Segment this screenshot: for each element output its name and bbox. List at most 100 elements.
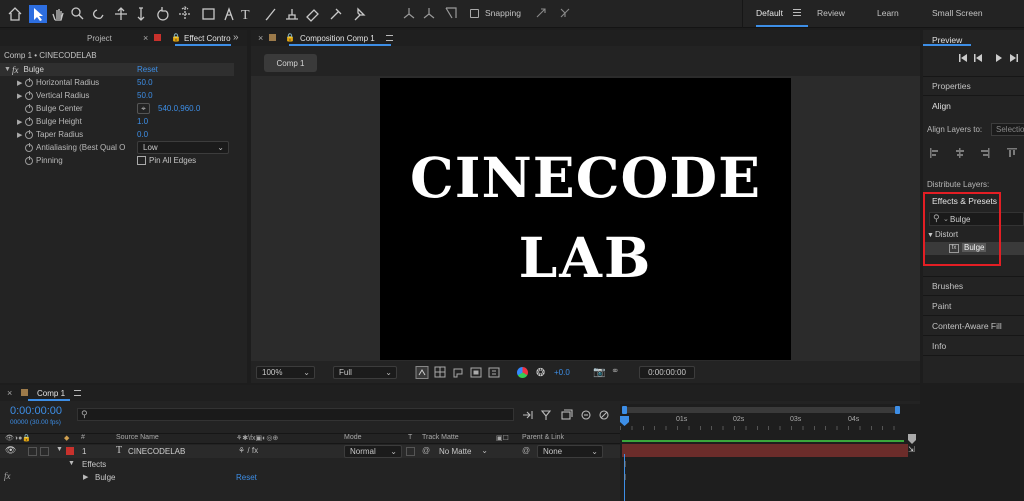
antialiasing-dropdown[interactable]: Low ⌄ [137, 141, 229, 154]
navigator-end-handle[interactable] [895, 406, 900, 414]
snapping-checkbox[interactable] [470, 9, 479, 18]
stopwatch-icon[interactable] [25, 90, 33, 100]
first-frame-icon[interactable] [959, 54, 967, 62]
parent-pickwhip-icon[interactable]: @ [522, 446, 530, 455]
chevron-right-icon[interactable]: ▶ [17, 92, 25, 100]
prop-bulge-center[interactable]: Bulge Center [25, 102, 83, 115]
prop-value-vertical-radius[interactable]: 50.0 [137, 89, 153, 102]
stopwatch-icon[interactable] [25, 155, 33, 165]
comp-canvas[interactable]: CINECODE LAB [380, 78, 791, 360]
brushes-panel-header[interactable]: Brushes [923, 276, 1024, 296]
workspace-review[interactable]: Review [817, 8, 845, 18]
lock-icon[interactable]: 🔒 [171, 33, 181, 42]
layer-expand-chevron-icon[interactable]: ▼ [56, 446, 63, 453]
local-axis-icon[interactable] [403, 8, 415, 19]
next-frame-icon[interactable] [1010, 54, 1018, 62]
zoom-icon[interactable] [71, 7, 81, 17]
draft-3d-icon[interactable] [540, 410, 552, 420]
workspace-menu-icon[interactable] [793, 9, 801, 16]
time-navigator[interactable] [622, 406, 900, 414]
preserve-transparency-checkbox[interactable] [406, 447, 415, 456]
chevron-right-icon[interactable]: ▶ [17, 79, 25, 87]
eraser-icon[interactable] [306, 9, 319, 22]
layer-row[interactable]: 👁 ▼ 1 T CINECODELAB ⚘ / fx Normal ⌄ @ No … [0, 445, 620, 458]
info-panel-header[interactable]: Info [923, 336, 1024, 356]
fx-icon[interactable]: fx [4, 471, 11, 481]
hand-icon[interactable] [52, 9, 64, 21]
chevron-down-icon[interactable]: ▼ [4, 66, 12, 73]
layer-name[interactable]: CINECODELAB [128, 447, 185, 456]
time-graph[interactable]: 0s 01s 02s 03s 04s ⇲ I I [620, 404, 920, 501]
prop-bulge-height[interactable]: ▶ Bulge Height [17, 115, 82, 128]
prop-value-bulge-center[interactable]: 540.0,960.0 [158, 102, 200, 115]
more-tabs-icon[interactable]: » [233, 32, 239, 43]
layer-duration-bar[interactable] [622, 444, 908, 457]
chevron-down-icon[interactable]: ▼ [68, 460, 75, 467]
close-icon[interactable]: × [7, 388, 12, 398]
chevron-right-icon[interactable]: ▶ [83, 473, 88, 481]
mode-header[interactable]: Mode [344, 434, 362, 441]
comp-mini-flowchart-icon[interactable] [523, 411, 533, 419]
close-icon[interactable]: × [258, 33, 263, 43]
prop-value-bulge-height[interactable]: 1.0 [137, 115, 148, 128]
zoom-dropdown[interactable]: 100% ⌄ [256, 366, 315, 379]
brush-icon[interactable] [265, 8, 276, 21]
layer-switch-values[interactable]: ⚘ / fx [238, 446, 258, 455]
stopwatch-icon[interactable] [25, 77, 33, 87]
grid-guides-icon[interactable] [488, 367, 500, 378]
prop-vertical-radius[interactable]: ▶ Vertical Radius [17, 89, 89, 102]
chevron-right-icon[interactable]: ▶ [17, 131, 25, 139]
show-snapshot-icon[interactable]: ⚭ [611, 366, 619, 377]
lock-switch[interactable] [40, 447, 49, 456]
time-ruler[interactable]: 0s 01s 02s 03s 04s [620, 416, 920, 430]
prop-value-horizontal-radius[interactable]: 50.0 [137, 76, 153, 89]
stopwatch-icon[interactable] [25, 129, 33, 139]
visibility-eye-icon[interactable]: 👁 [5, 445, 16, 456]
pin-all-edges-checkbox[interactable] [137, 156, 146, 165]
align-top-icon[interactable] [1007, 148, 1017, 150]
track-matte-header[interactable]: Track Matte [422, 434, 459, 441]
align-right-icon[interactable] [988, 148, 990, 158]
prop-taper-radius[interactable]: ▶ Taper Radius [17, 128, 83, 141]
effect-row-bulge[interactable]: ▼ fx Bulge Reset [0, 63, 234, 76]
content-aware-fill-header[interactable]: Content-Aware Fill [923, 316, 1024, 336]
blend-mode-dropdown[interactable]: Normal ⌄ [344, 445, 402, 458]
hide-shy-layers-icon[interactable] [561, 411, 571, 420]
puppet-pin-icon[interactable] [354, 7, 366, 21]
rotate-icon[interactable] [157, 7, 169, 21]
resolution-dropdown[interactable]: Full ⌄ [333, 366, 397, 379]
channel-rgb-icon[interactable] [517, 367, 528, 378]
previous-frame-icon[interactable] [974, 54, 982, 62]
prop-value-taper-radius[interactable]: 0.0 [137, 128, 148, 141]
close-icon[interactable]: × [143, 33, 148, 43]
timeline-search-input[interactable]: ⚲ [77, 408, 514, 421]
move-camera-icon[interactable] [115, 7, 127, 20]
pan-behind-icon[interactable] [179, 6, 191, 20]
stopwatch-icon[interactable] [25, 103, 33, 113]
pen-icon[interactable] [224, 7, 234, 21]
parent-dropdown[interactable]: None ⌄ [537, 445, 603, 458]
tab-project[interactable]: Project [87, 34, 112, 43]
tab-composition[interactable]: Composition Comp 1 [300, 34, 375, 43]
timeline-effect-reset-link[interactable]: Reset [236, 473, 257, 482]
navigator-start-handle[interactable] [622, 406, 627, 414]
play-icon[interactable] [996, 54, 1002, 62]
lock-icon[interactable]: 🔒 [285, 33, 295, 42]
snap-expand-icon[interactable] [560, 8, 570, 18]
properties-panel-header[interactable]: Properties [923, 76, 1024, 96]
stopwatch-icon[interactable] [25, 142, 33, 152]
home-icon[interactable] [8, 7, 22, 21]
tab-effect-controls[interactable]: Effect Contro [184, 34, 231, 43]
layer-label-color[interactable] [66, 447, 74, 455]
roto-brush-icon[interactable] [330, 8, 342, 20]
viewer-timecode[interactable]: 0:00:00:00 [639, 366, 695, 379]
rectangle-icon[interactable] [202, 8, 215, 20]
workspace-learn[interactable]: Learn [877, 8, 899, 18]
comp-breadcrumb[interactable]: Comp 1 [264, 54, 317, 72]
view-axis-icon[interactable] [445, 7, 457, 19]
align-hcenter-icon[interactable] [959, 148, 961, 158]
world-axis-icon[interactable] [423, 8, 435, 19]
tab-timeline-comp[interactable]: Comp 1 [37, 389, 65, 398]
work-area-bar[interactable] [622, 440, 904, 442]
clone-stamp-icon[interactable] [286, 9, 298, 20]
